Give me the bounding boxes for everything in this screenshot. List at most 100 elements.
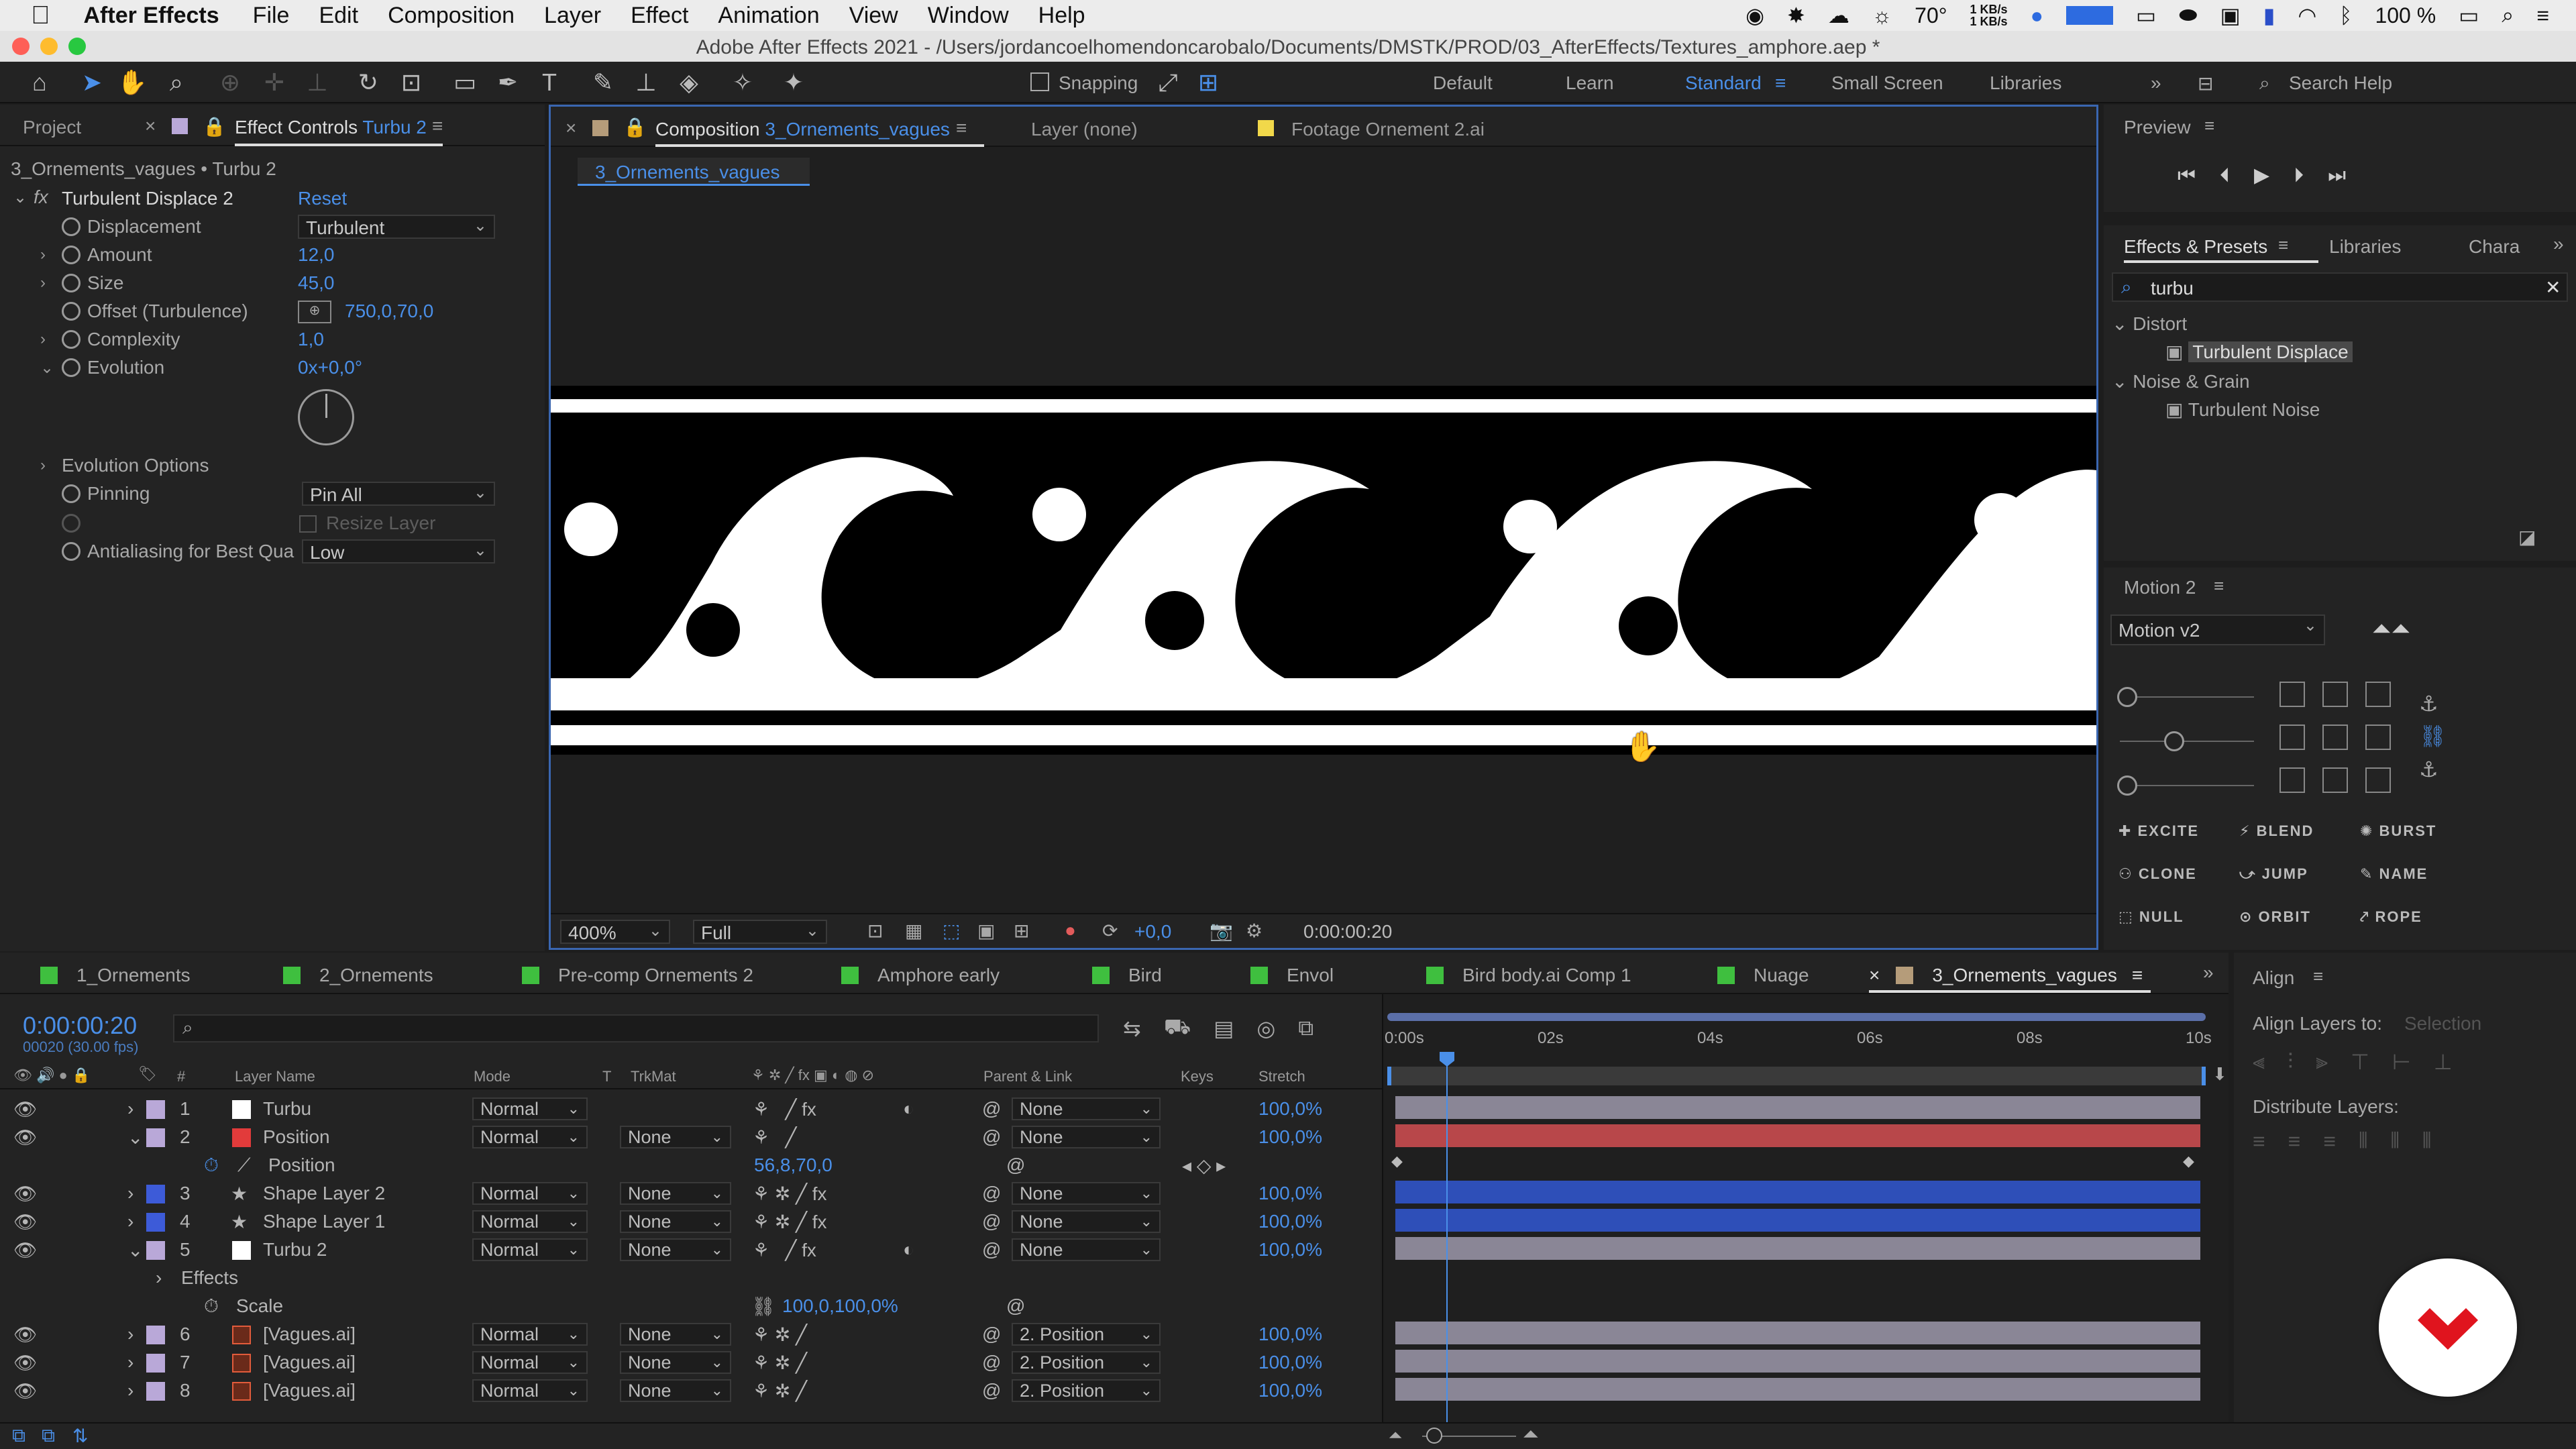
menu-layer[interactable]: Layer [544, 3, 601, 29]
twirl-closed-icon[interactable]: › [40, 246, 46, 264]
distribute-vcenter-icon[interactable]: ≡ [2288, 1129, 2301, 1154]
spotlight-icon[interactable]: ⌕ [2502, 3, 2514, 28]
stopwatch-icon[interactable]: ⏱ [204, 1155, 219, 1177]
effects-group-row[interactable]: › Effects [0, 1264, 1382, 1292]
blend-button[interactable]: ⚡ BLEND [2239, 822, 2360, 840]
name-button[interactable]: ✎ NAME [2360, 865, 2481, 883]
anchor-top-center[interactable] [2322, 682, 2348, 707]
align-bottom-icon[interactable]: ⊥ [2434, 1049, 2453, 1075]
parent-dropdown[interactable]: 2. Position ⌄ [1012, 1351, 1161, 1374]
twirl-open-icon[interactable]: ⌄ [127, 1126, 143, 1148]
displacement-dropdown[interactable]: Turbulent ⌄ [298, 215, 495, 239]
menu-edit[interactable]: Edit [319, 3, 358, 29]
more-panels-icon[interactable]: » [2553, 233, 2564, 255]
anchor-bottom-right[interactable] [2365, 767, 2391, 793]
bluetooth-icon[interactable]: ᛒ [2339, 3, 2352, 28]
type-tool-icon[interactable]: T [534, 67, 565, 98]
layer-switches-toggle-icon[interactable]: ⧉ [12, 1425, 25, 1447]
workspace-small-screen[interactable]: Small Screen [1831, 72, 1943, 94]
visibility-eye-icon[interactable]: 👁 [13, 1324, 38, 1346]
battery-text[interactable]: 100 % [2375, 3, 2436, 28]
evolution-dial[interactable] [298, 389, 354, 445]
tab-footage[interactable]: Footage Ornement 2.ai [1291, 119, 1485, 140]
timeline-tab[interactable]: Bird body.ai Comp 1 [1426, 965, 1631, 986]
visibility-eye-icon[interactable]: 👁 [13, 1352, 38, 1374]
distribute-left-icon[interactable]: ⫴ [2359, 1128, 2367, 1154]
panel-menu-icon[interactable]: ≡ [2214, 576, 2224, 596]
parent-dropdown[interactable]: None ⌄ [1012, 1097, 1161, 1120]
menu-effect[interactable]: Effect [631, 3, 688, 29]
playhead-line[interactable] [1446, 1052, 1448, 1430]
layer-bar[interactable] [1395, 1322, 2200, 1344]
status-blue-icon[interactable]: ● [2031, 3, 2043, 28]
keyframe-nav-icon[interactable]: ◂ ◇ ▸ [1182, 1155, 1226, 1177]
reset-button[interactable]: Reset [298, 188, 347, 209]
calendar-icon[interactable]: ▣ [2220, 3, 2240, 28]
layer-name[interactable]: [Vagues.ai] [263, 1352, 356, 1373]
col-mode[interactable]: Mode [474, 1068, 511, 1085]
layer-bar[interactable] [1395, 1181, 2200, 1203]
viewer-timecode[interactable]: 0:00:00:20 [1303, 921, 1392, 943]
region-of-interest-icon[interactable]: ▣ [977, 920, 995, 942]
tab-character[interactable]: Chara [2469, 236, 2520, 258]
layer-bar[interactable] [1395, 1124, 2200, 1147]
layer-row[interactable]: 👁 › 8 [Vagues.ai] Normal ⌄ None ⌄ ⚘ ✲ ╱ @ … [0, 1377, 1382, 1405]
workspace-toggle-icon[interactable]: ⊟ [2198, 72, 2213, 95]
twirl-closed-icon[interactable]: › [127, 1211, 133, 1232]
cpu-graph-icon[interactable] [2065, 6, 2113, 25]
twirl-closed-icon[interactable]: › [127, 1352, 133, 1373]
anchor-icon[interactable]: ⚓ [2419, 691, 2438, 716]
distribute-top-icon[interactable]: ≡ [2253, 1129, 2265, 1154]
effect-header-row[interactable]: ⌄ fx Turbulent Displace 2 Reset [0, 185, 537, 213]
tab-effect-controls[interactable]: Effect Controls Turbu 2 [235, 117, 427, 138]
motion-slider-3[interactable] [2117, 775, 2254, 796]
workspace-default[interactable]: Default [1433, 72, 1493, 94]
label-color-swatch[interactable] [146, 1128, 165, 1147]
tab-composition[interactable]: Composition 3_Ornements_vagues [655, 119, 950, 140]
mode-dropdown[interactable]: Normal ⌄ [472, 1126, 588, 1148]
mode-dropdown[interactable]: Normal ⌄ [472, 1323, 588, 1346]
in-out-toggle-icon[interactable]: ⇅ [72, 1425, 88, 1447]
layer-bar[interactable] [1395, 1237, 2200, 1260]
label-color-swatch[interactable] [146, 1100, 165, 1119]
burst-button[interactable]: ✺ BURST [2360, 822, 2481, 840]
workspace-libraries[interactable]: Libraries [1990, 72, 2061, 94]
layer-name[interactable]: [Vagues.ai] [263, 1380, 356, 1401]
control-center-icon[interactable]: ≡ [2536, 3, 2549, 28]
pickwhip-icon[interactable]: @ [982, 1380, 1001, 1401]
layer-name[interactable]: Shape Layer 2 [263, 1183, 385, 1204]
puppet-tool-icon[interactable]: ✦ [778, 67, 809, 98]
menu-animation[interactable]: Animation [718, 3, 819, 29]
toggle-icon[interactable]: ⬬ [2179, 3, 2197, 28]
workspace-standard[interactable]: Standard [1685, 72, 1762, 94]
workspace-menu-icon[interactable]: ≡ [1775, 72, 1786, 94]
mode-dropdown[interactable]: Normal ⌄ [472, 1097, 588, 1120]
panel-menu-icon[interactable]: ≡ [2132, 965, 2143, 986]
distribute-right-icon[interactable]: ⫴ [2422, 1128, 2431, 1154]
resize-layer-checkbox[interactable] [299, 515, 317, 533]
hand-tool-icon[interactable]: ✋ [117, 67, 148, 98]
display-icon[interactable]: ▭ [2136, 3, 2156, 28]
frame-blending-icon[interactable]: ◎ [1256, 1016, 1275, 1041]
timeline-tab[interactable]: Amphore early [841, 965, 1000, 986]
menu-help[interactable]: Help [1038, 3, 1085, 29]
effects-search-field[interactable]: ⌕ turbu ✕ [2112, 272, 2568, 302]
effects-item-turbulent-displace[interactable]: ▣ Turbulent Displace [2165, 341, 2353, 363]
color-management-icon[interactable]: ⟳ [1102, 920, 1118, 942]
property-row-position[interactable]: ⏱ ⟋ Position 56,8,70,0 @ ◂ ◇ ▸ [0, 1151, 1382, 1179]
stopwatch-icon[interactable] [62, 358, 80, 377]
show-snapshot-icon[interactable]: ⚙ [1246, 920, 1263, 942]
parent-dropdown[interactable]: 2. Position ⌄ [1012, 1379, 1161, 1402]
search-help-input[interactable]: Search Help [2289, 72, 2392, 94]
switches-icons[interactable]: ⚘ ╱ fx [753, 1239, 816, 1261]
align-vcenter-icon[interactable]: ⊢ [2392, 1049, 2411, 1075]
trkmat-dropdown[interactable]: None ⌄ [620, 1210, 731, 1233]
color-channels-icon[interactable]: ● [1065, 920, 1076, 941]
panel-menu-icon[interactable]: ≡ [2278, 235, 2288, 256]
pickwhip-icon[interactable]: @ [982, 1098, 1001, 1120]
composition-canvas[interactable]: ✋ [551, 281, 2096, 858]
pinning-dropdown[interactable]: Pin All ⌄ [302, 482, 495, 506]
crosshair-icon[interactable]: ⊕ [298, 301, 331, 323]
visibility-eye-icon[interactable]: 👁 [13, 1098, 38, 1120]
clone-button[interactable]: ⚇ CLONE [2118, 865, 2239, 883]
